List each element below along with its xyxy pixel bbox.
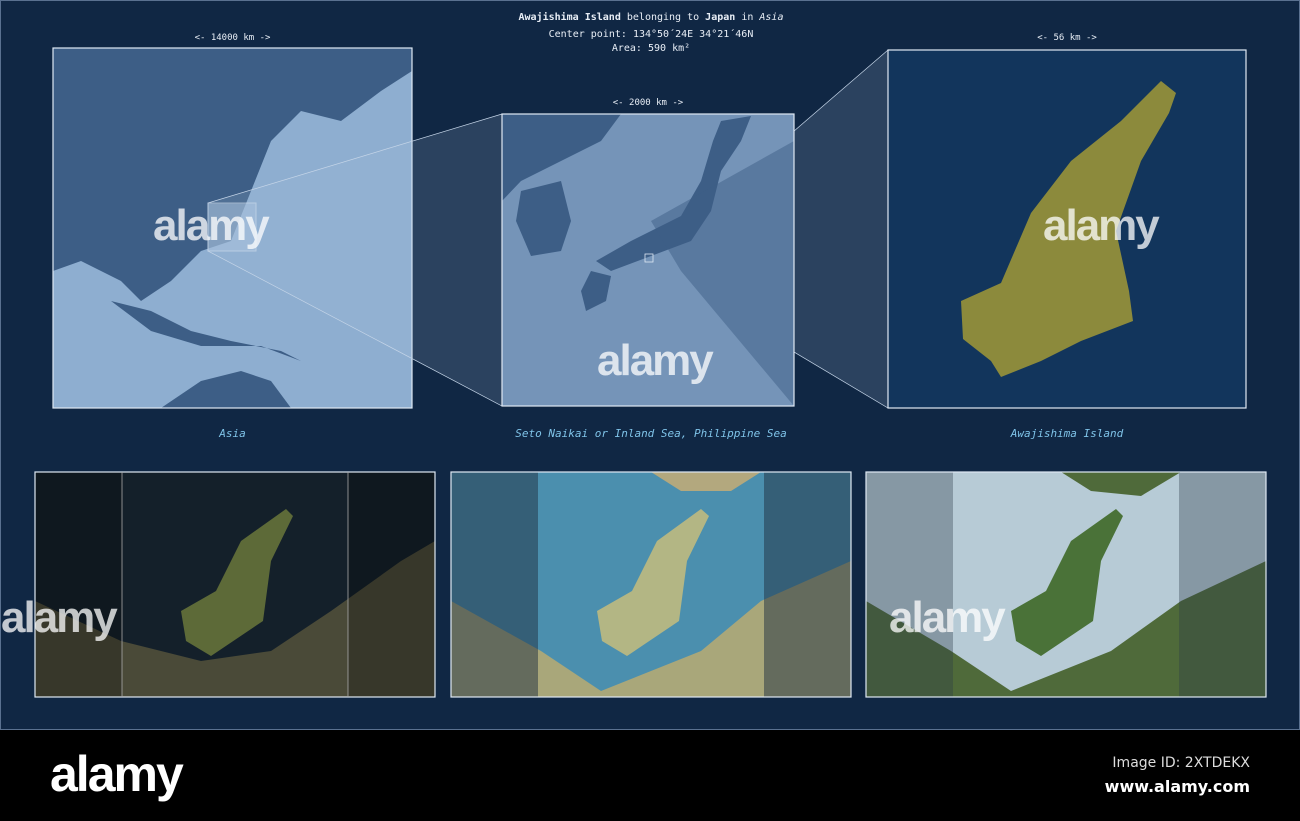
area-value: 590 km² [647, 43, 691, 54]
watermark: alamy [889, 593, 1006, 642]
area-label: Area: [611, 43, 642, 54]
image-id: Image ID: 2XTDEKX [1112, 755, 1250, 771]
relief-map-panel [865, 471, 1267, 698]
center-label: Center point: [548, 29, 627, 40]
satellite-map-panel [34, 471, 436, 698]
watermark: alamy [1043, 201, 1160, 250]
footer-url[interactable]: www.alamy.com [1105, 777, 1250, 796]
in-text: in [741, 12, 754, 23]
belonging-text: belonging to [626, 12, 700, 23]
street-map-panel [450, 471, 852, 698]
island-scale-bar: <- 56 km -> [1037, 33, 1097, 43]
watermark: alamy [1, 593, 118, 642]
region-caption: Seto Naikai or Inland Sea, Philippine Se… [515, 427, 787, 440]
asia-scale-bar: <- 14000 km -> [194, 33, 271, 43]
map-infographic: Awajishima Island belonging to Japan in … [0, 0, 1300, 730]
continent-name: Asia [759, 12, 784, 23]
watermark: alamy [597, 336, 714, 385]
center-value: 134°50´24E 34°21´46N [632, 29, 754, 40]
watermark: alamy [153, 201, 270, 250]
region-scale-bar: <- 2000 km -> [612, 98, 684, 108]
island-name: Awajishima Island [518, 12, 621, 23]
footer-logo: alamy [50, 746, 184, 802]
area: Area: 590 km² [1, 43, 1300, 54]
island-caption: Awajishima Island [1010, 427, 1124, 440]
map-title: Awajishima Island belonging to Japan in … [1, 12, 1300, 23]
asia-caption: Asia [219, 427, 246, 440]
country-name: Japan [705, 12, 736, 23]
